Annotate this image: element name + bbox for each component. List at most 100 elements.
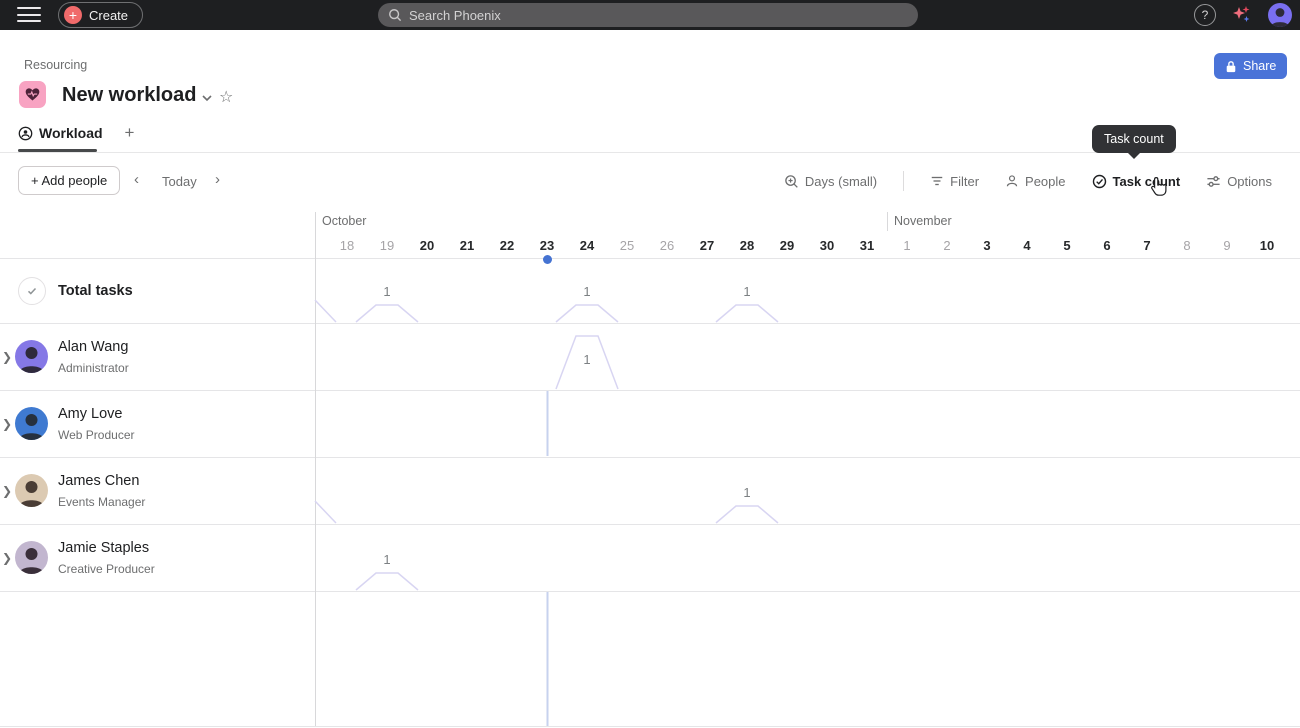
expand-chevron-icon[interactable]: ❯ [2, 417, 12, 431]
day-header[interactable]: 6 [1087, 238, 1127, 253]
day-header[interactable]: 27 [687, 238, 727, 253]
tooltip-text: Task count [1104, 132, 1164, 146]
svg-text:1: 1 [583, 284, 590, 299]
day-header[interactable]: 29 [767, 238, 807, 253]
row-alan[interactable]: ❯ Alan Wang Administrator [0, 323, 315, 390]
task-count-tooltip: Task count [1092, 125, 1176, 153]
svg-text:1: 1 [743, 485, 750, 500]
timeline-next-button[interactable]: › [215, 171, 220, 188]
search-input[interactable]: Search Phoenix [378, 3, 918, 27]
person-role: Creative Producer [58, 562, 155, 576]
day-header[interactable]: 30 [807, 238, 847, 253]
expand-chevron-icon[interactable]: ❯ [2, 484, 12, 498]
person-role: Events Manager [58, 495, 145, 509]
help-label: ? [1202, 8, 1209, 22]
person-name: James Chen [58, 473, 139, 489]
row-border [0, 591, 1300, 592]
panel-boundary-line [315, 212, 316, 726]
person-role: Web Producer [58, 428, 134, 442]
svg-text:1: 1 [743, 284, 750, 299]
avatar-jamie [15, 541, 48, 574]
day-header[interactable]: 8 [1167, 238, 1207, 253]
total-tasks-label: Total tasks [58, 283, 133, 299]
day-header[interactable]: 1 [887, 238, 927, 253]
day-header[interactable]: 24 [567, 238, 607, 253]
day-header[interactable]: 7 [1127, 238, 1167, 253]
total-tasks-check-icon [18, 277, 46, 305]
add-tab-button[interactable]: + [125, 123, 135, 143]
create-button[interactable]: + Create [58, 2, 143, 28]
today-button[interactable]: Today [162, 174, 197, 189]
day-header[interactable]: 23 [527, 238, 567, 253]
user-avatar[interactable] [1268, 3, 1292, 27]
month-label: October [322, 214, 366, 228]
row-james[interactable]: ❯ James Chen Events Manager [0, 457, 315, 524]
share-button[interactable]: Share [1214, 53, 1287, 79]
filter-button[interactable]: Filter [930, 174, 979, 189]
expand-chevron-icon[interactable]: ❯ [2, 551, 12, 565]
svg-text:1: 1 [383, 284, 390, 299]
day-header[interactable]: 21 [447, 238, 487, 253]
avatar-alan [15, 340, 48, 373]
favorite-star-icon[interactable]: ☆ [219, 87, 233, 107]
options-button[interactable]: Options [1206, 174, 1272, 189]
filter-label: Filter [950, 174, 979, 189]
svg-text:1: 1 [583, 352, 590, 367]
top-bar: + Create Search Phoenix ? [0, 0, 1300, 30]
avatar-james [15, 474, 48, 507]
people-icon [1005, 174, 1019, 188]
day-header[interactable]: 9 [1207, 238, 1247, 253]
create-button-label: Create [89, 8, 128, 23]
day-header[interactable]: 25 [607, 238, 647, 253]
options-sliders-icon [1206, 174, 1221, 189]
day-header[interactable]: 31 [847, 238, 887, 253]
day-header[interactable]: 5 [1047, 238, 1087, 253]
expand-chevron-icon[interactable]: ❯ [2, 350, 12, 364]
tab-workload-label: Workload [39, 125, 103, 141]
people-label: People [1025, 174, 1065, 189]
share-button-label: Share [1243, 59, 1276, 73]
lock-icon [1225, 60, 1237, 73]
filter-icon [930, 174, 944, 188]
help-button[interactable]: ? [1194, 4, 1216, 26]
page-title: New workload [62, 84, 196, 107]
task-count-button[interactable]: Task count [1092, 174, 1181, 189]
avatar-amy [15, 407, 48, 440]
day-header[interactable]: 18 [327, 238, 367, 253]
task-count-check-icon [1092, 174, 1107, 189]
svg-text:1: 1 [383, 552, 390, 567]
toolbar-divider [903, 171, 904, 191]
person-role: Administrator [58, 361, 129, 375]
day-header[interactable]: 4 [1007, 238, 1047, 253]
day-header[interactable]: 3 [967, 238, 1007, 253]
add-people-button[interactable]: + Add people [18, 166, 120, 195]
title-chevron-down-icon[interactable] [201, 91, 213, 109]
person-name: Alan Wang [58, 339, 128, 355]
day-header[interactable]: 10 [1247, 238, 1287, 253]
tab-workload[interactable]: Workload [18, 125, 103, 141]
row-amy[interactable]: ❯ Amy Love Web Producer [0, 390, 315, 457]
task-count-label: Task count [1113, 174, 1181, 189]
day-header[interactable]: 2 [927, 238, 967, 253]
breadcrumb: Resourcing [24, 58, 87, 72]
day-header[interactable]: 26 [647, 238, 687, 253]
options-label: Options [1227, 174, 1272, 189]
search-icon [388, 8, 402, 22]
row-total[interactable]: Total tasks [0, 258, 315, 323]
hamburger-menu-icon[interactable] [17, 7, 41, 23]
zoom-level-button[interactable]: Days (small) [784, 174, 877, 189]
workload-icon [18, 126, 33, 141]
day-header[interactable]: 22 [487, 238, 527, 253]
ai-sparkles-icon[interactable] [1230, 3, 1254, 27]
add-people-label: + Add people [31, 173, 107, 188]
people-button[interactable]: People [1005, 174, 1065, 189]
month-boundary-tick [887, 212, 888, 231]
timeline-prev-button[interactable]: ‹ [134, 171, 139, 188]
row-jamie[interactable]: ❯ Jamie Staples Creative Producer [0, 524, 315, 591]
zoom-level-label: Days (small) [805, 174, 877, 189]
person-name: Amy Love [58, 406, 122, 422]
day-header[interactable]: 20 [407, 238, 447, 253]
day-header[interactable]: 28 [727, 238, 767, 253]
day-header[interactable]: 19 [367, 238, 407, 253]
grid-bottom-border [0, 726, 1300, 727]
